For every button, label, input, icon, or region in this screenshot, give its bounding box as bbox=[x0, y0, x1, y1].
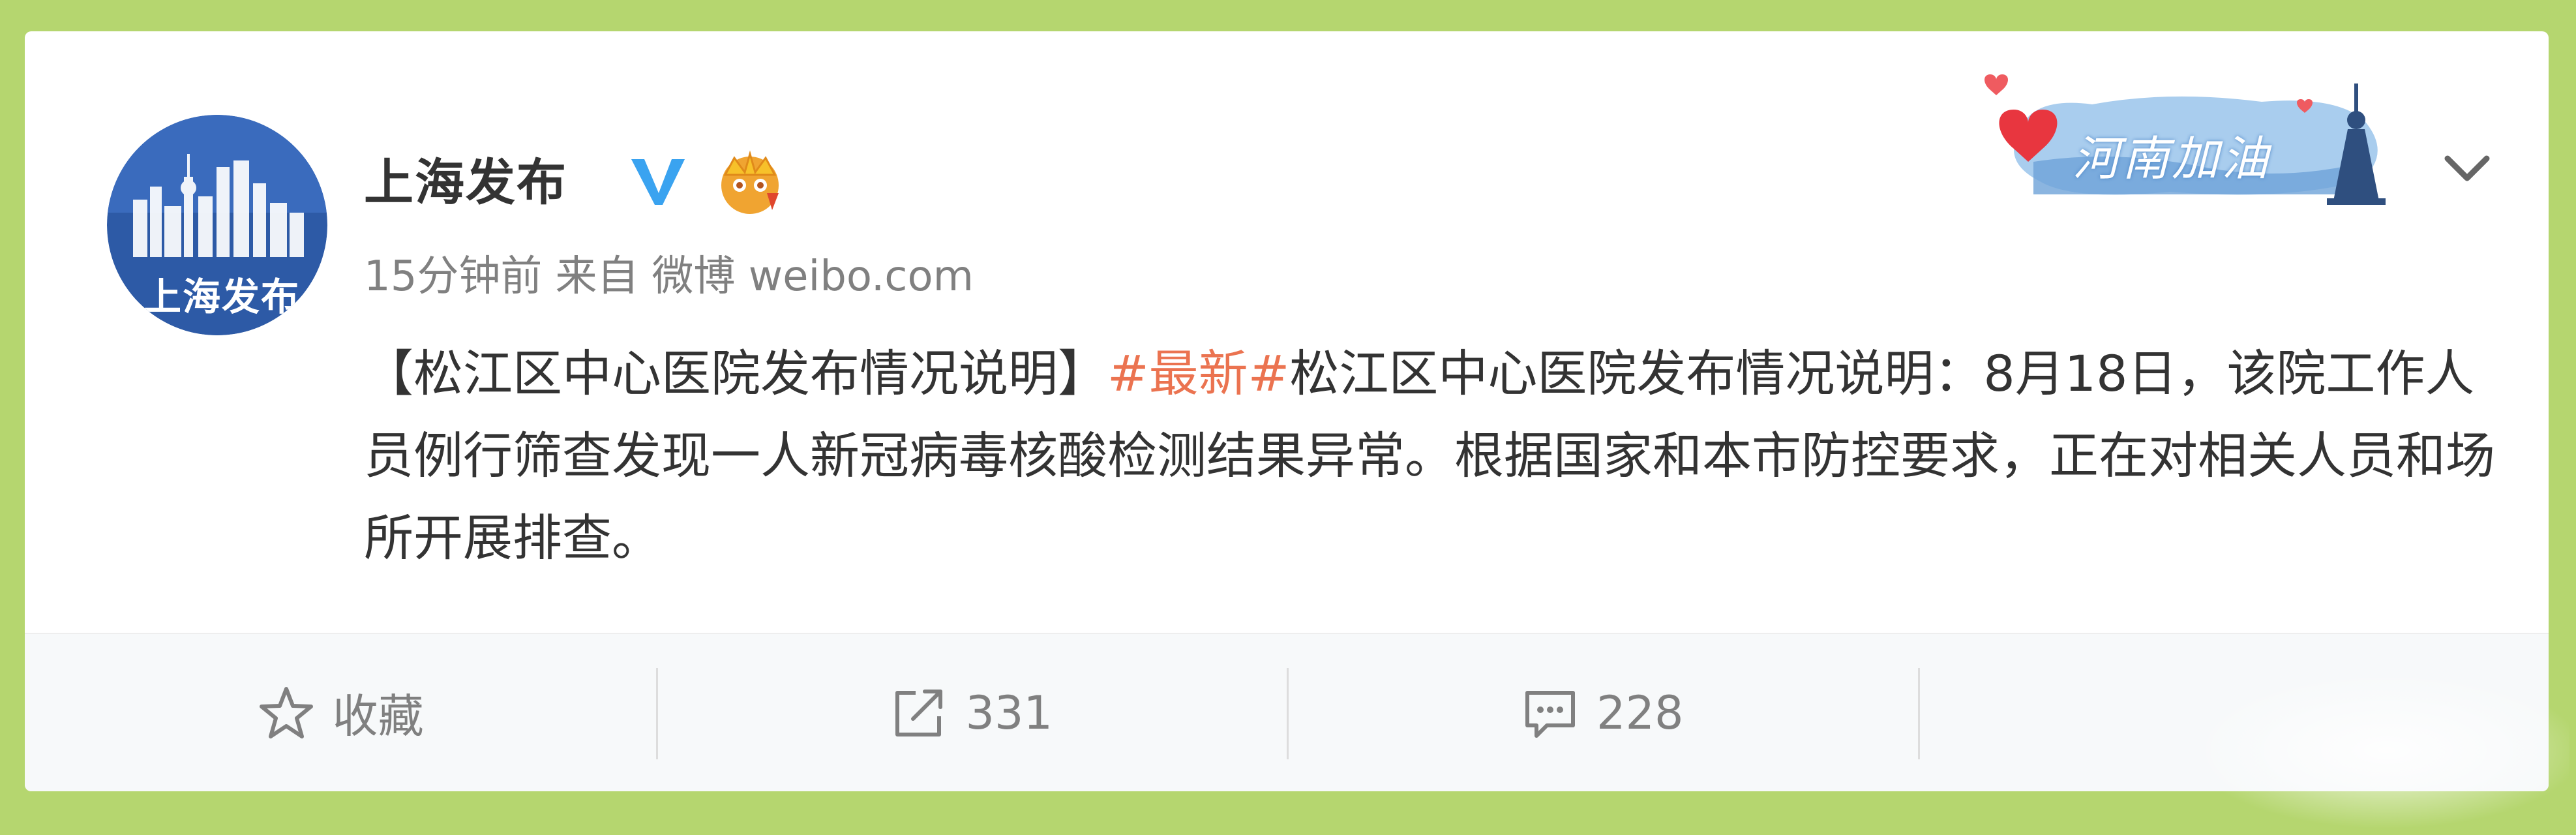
share-icon bbox=[895, 689, 943, 736]
avatar-text: 上海发布 bbox=[143, 275, 300, 319]
topic-link[interactable]: #最新# bbox=[1107, 344, 1289, 402]
author-name[interactable]: 上海发布 bbox=[364, 142, 567, 214]
like-button[interactable] bbox=[1917, 634, 2549, 791]
vip-crown-icon[interactable] bbox=[711, 142, 789, 220]
comment-icon bbox=[1525, 690, 1575, 738]
star-icon bbox=[259, 686, 313, 738]
henan-banner-image: 河南加油 bbox=[1975, 70, 2431, 220]
repost-count: 331 bbox=[965, 686, 1053, 740]
source-prefix: 来自 bbox=[555, 252, 639, 301]
comment-count: 228 bbox=[1596, 686, 1684, 740]
post-meta: 15分钟前 来自 微博 weibo.com bbox=[364, 243, 987, 303]
content-title: 【松江区中心医院发布情况说明】 bbox=[364, 344, 1107, 402]
more-options-chevron-icon[interactable] bbox=[2431, 132, 2503, 204]
action-bar: 收藏 331 228 bbox=[25, 634, 2549, 791]
favorite-button[interactable]: 收藏 bbox=[25, 634, 656, 791]
comment-button[interactable]: 228 bbox=[1287, 634, 1918, 791]
post-content: 【松江区中心医院发布情况说明】#最新#松江区中心医院发布情况说明：8月18日，该… bbox=[364, 333, 2503, 579]
favorite-label: 收藏 bbox=[332, 690, 424, 743]
author-avatar[interactable]: 上海发布 bbox=[107, 115, 327, 335]
weibo-post-card: 上海发布 上海发布 15分钟前 来自 微博 weibo.com 【松江区中心医院发布… bbox=[25, 31, 2549, 791]
post-source[interactable]: 微博 weibo.com bbox=[651, 252, 974, 301]
verified-badge-icon bbox=[631, 159, 685, 205]
post-time[interactable]: 15分钟前 bbox=[364, 252, 542, 301]
banner-text: 河南加油 bbox=[2073, 131, 2271, 186]
repost-button[interactable]: 331 bbox=[655, 634, 1287, 791]
